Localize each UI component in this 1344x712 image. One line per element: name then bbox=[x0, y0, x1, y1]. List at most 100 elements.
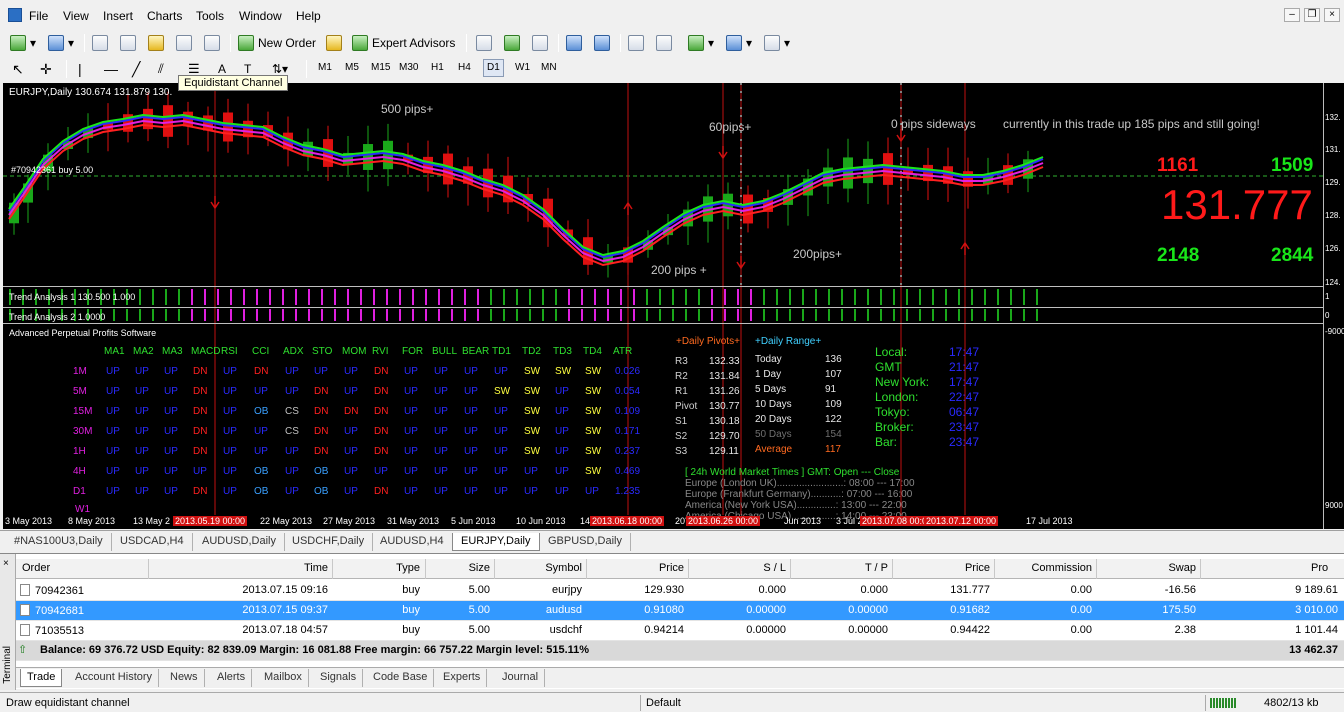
metaeditor-button[interactable] bbox=[326, 33, 342, 53]
tab-code-base[interactable]: Code Base bbox=[367, 669, 435, 687]
col-time[interactable]: Time bbox=[216, 562, 328, 574]
matrix-cell: UP bbox=[434, 446, 448, 457]
zoom-out-button[interactable] bbox=[594, 33, 610, 53]
crosshair-button[interactable]: ✛ bbox=[40, 59, 52, 79]
matrix-cell: 0.054 bbox=[615, 386, 641, 397]
menu-window[interactable]: Window bbox=[239, 9, 282, 23]
order-row[interactable]: 70942681 2013.07.15 09:37 buy 5.00 audusd 0.9… bbox=[16, 601, 1344, 621]
col-sl[interactable]: S / L bbox=[696, 562, 786, 574]
auto-scroll-button[interactable] bbox=[628, 33, 644, 53]
market-watch-button[interactable] bbox=[92, 33, 108, 53]
tab-alerts[interactable]: Alerts bbox=[211, 669, 253, 687]
order-sl[interactable]: 0.00000 bbox=[696, 624, 786, 636]
chart-window[interactable]: EURJPY,Daily 130.674 131.879 130. #70942… bbox=[3, 83, 1344, 529]
order-sl[interactable]: 0.000 bbox=[696, 584, 786, 596]
col-cur-price[interactable]: Price bbox=[900, 562, 990, 574]
trend2-bar bbox=[945, 309, 947, 321]
profiles-button[interactable]: ▾ bbox=[48, 33, 74, 53]
order-row[interactable]: 70942361 2013.07.15 09:16 buy 5.00 eurjpy 129… bbox=[16, 581, 1344, 601]
indicators-button[interactable]: ▾ bbox=[688, 33, 714, 53]
chart-canvas[interactable] bbox=[3, 83, 1344, 529]
timeframe-h1[interactable]: H1 bbox=[431, 62, 444, 73]
chart-tab[interactable]: USDCAD,H4 bbox=[112, 533, 193, 551]
terminal-button[interactable] bbox=[176, 33, 192, 53]
chart-tab[interactable]: USDCHF,Daily bbox=[284, 533, 374, 551]
templates-button[interactable]: ▾ bbox=[764, 33, 790, 53]
trend2-bar bbox=[815, 309, 817, 321]
timeframe-m1[interactable]: M1 bbox=[318, 62, 332, 73]
navigator-button[interactable] bbox=[148, 33, 164, 53]
menu-insert[interactable]: Insert bbox=[103, 9, 133, 23]
close-icon[interactable]: × bbox=[3, 558, 9, 569]
data-window-button[interactable] bbox=[120, 33, 136, 53]
zoom-in-button[interactable] bbox=[566, 33, 582, 53]
matrix-timeframe: 1H bbox=[73, 446, 86, 457]
col-profit[interactable]: Pro bbox=[1311, 562, 1328, 574]
order-current-price: 0.91682 bbox=[950, 604, 990, 616]
col-swap[interactable]: Swap bbox=[1104, 562, 1196, 574]
new-chart-button[interactable]: ▾ bbox=[10, 33, 36, 53]
minimize-icon[interactable]: – bbox=[1284, 8, 1300, 22]
close-icon[interactable]: × bbox=[1324, 8, 1340, 22]
timeframe-m15[interactable]: M15 bbox=[371, 62, 390, 73]
matrix-header: BULL bbox=[432, 346, 458, 357]
tab-mailbox[interactable]: Mailbox bbox=[258, 669, 309, 687]
timeframe-mn[interactable]: MN bbox=[541, 62, 557, 73]
timeframe-d1[interactable]: D1 bbox=[483, 59, 504, 77]
col-price[interactable]: Price bbox=[596, 562, 684, 574]
order-tp[interactable]: 0.00000 bbox=[798, 604, 888, 616]
tab-account-history[interactable]: Account History bbox=[69, 669, 160, 687]
channel-icon: ⫽ bbox=[158, 61, 164, 76]
clock-label: Broker: bbox=[875, 420, 914, 434]
order-row[interactable]: 71035513 2013.07.18 04:57 buy 5.00 usdchf 0.9… bbox=[16, 621, 1344, 641]
trendline-button[interactable]: ╱ bbox=[132, 59, 140, 79]
chart-tab[interactable]: #NAS100U3,Daily bbox=[6, 533, 112, 551]
tab-trade[interactable]: Trade bbox=[20, 669, 63, 687]
matrix-cell: UP bbox=[555, 466, 569, 477]
chart-tab[interactable]: AUDUSD,H4 bbox=[372, 533, 453, 551]
menu-file[interactable]: File bbox=[29, 9, 48, 23]
periods-button[interactable]: ▾ bbox=[726, 33, 752, 53]
col-order[interactable]: Order bbox=[22, 562, 50, 574]
order-time: 2013.07.15 09:16 bbox=[242, 584, 328, 596]
vertical-line-button[interactable]: | bbox=[78, 59, 82, 79]
order-sl[interactable]: 0.00000 bbox=[696, 604, 786, 616]
expert-advisors-button[interactable]: Expert Advisors bbox=[352, 33, 455, 53]
candlesticks-button[interactable] bbox=[504, 33, 520, 53]
order-tp[interactable]: 0.00000 bbox=[798, 624, 888, 636]
cursor-button[interactable]: ↖ bbox=[12, 59, 24, 79]
timeframe-m5[interactable]: M5 bbox=[345, 62, 359, 73]
strategy-tester-button[interactable] bbox=[204, 33, 220, 53]
menu-help[interactable]: Help bbox=[296, 9, 321, 23]
col-commission[interactable]: Commission bbox=[1002, 562, 1092, 574]
order-tp[interactable]: 0.000 bbox=[798, 584, 888, 596]
chart-tab-active[interactable]: EURJPY,Daily bbox=[452, 533, 540, 551]
tab-news[interactable]: News bbox=[164, 669, 205, 687]
col-size[interactable]: Size bbox=[436, 562, 490, 574]
new-order-button[interactable]: New Order bbox=[238, 33, 316, 53]
equidistant-channel-button[interactable]: ⫽ bbox=[158, 59, 164, 79]
trend2-bar bbox=[243, 309, 245, 321]
horizontal-line-button[interactable]: — bbox=[104, 59, 118, 79]
restore-icon[interactable]: ❐ bbox=[1304, 8, 1320, 22]
line-chart-button[interactable] bbox=[532, 33, 548, 53]
menu-charts[interactable]: Charts bbox=[147, 9, 182, 23]
pivot-label: S2 bbox=[675, 431, 688, 442]
col-symbol[interactable]: Symbol bbox=[506, 562, 582, 574]
chart-tab[interactable]: AUDUSD,Daily bbox=[194, 533, 285, 551]
matrix-cell: SW bbox=[585, 426, 602, 437]
col-tp[interactable]: T / P bbox=[798, 562, 888, 574]
timeframe-w1[interactable]: W1 bbox=[515, 62, 530, 73]
timeframe-m30[interactable]: M30 bbox=[399, 62, 418, 73]
col-type[interactable]: Type bbox=[356, 562, 420, 574]
timeframe-h4[interactable]: H4 bbox=[458, 62, 471, 73]
tab-signals[interactable]: Signals bbox=[314, 669, 364, 687]
menu-tools[interactable]: Tools bbox=[196, 9, 224, 23]
chart-shift-button[interactable] bbox=[656, 33, 672, 53]
templates-icon bbox=[764, 35, 780, 51]
menu-view[interactable]: View bbox=[63, 9, 89, 23]
chart-tab[interactable]: GBPUSD,Daily bbox=[540, 533, 631, 551]
tab-journal[interactable]: Journal bbox=[496, 669, 546, 687]
bar-chart-button[interactable] bbox=[476, 33, 492, 53]
tab-experts[interactable]: Experts bbox=[437, 669, 488, 687]
